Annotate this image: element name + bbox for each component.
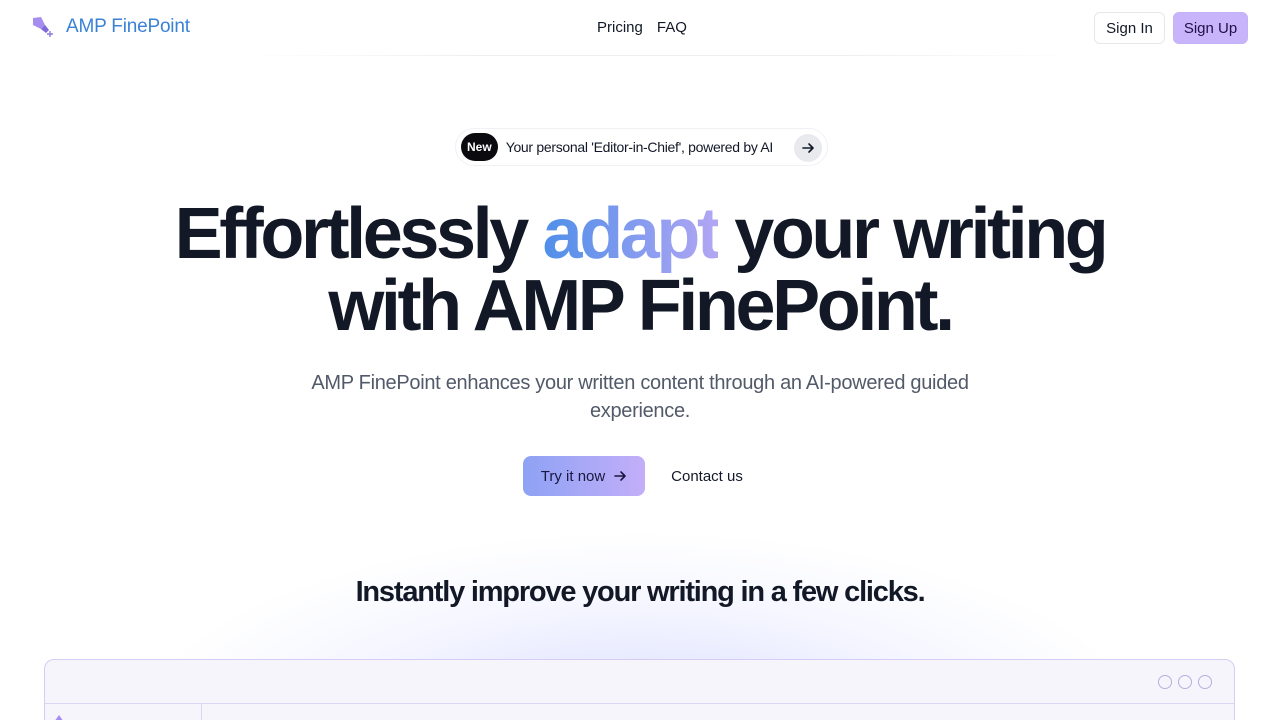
new-badge: New <box>461 133 498 161</box>
brand-name: AMP FinePoint <box>66 16 190 37</box>
try-it-now-label: Try it now <box>540 467 606 485</box>
nav-faq[interactable]: FAQ <box>657 19 687 36</box>
announcement-text: Your personal 'Editor-in-Chief', powered… <box>505 139 774 155</box>
hero-title-part1: Effortlessly <box>174 194 530 274</box>
site-header: AMP FinePoint Pricing FAQ Sign In Sign U… <box>0 0 1280 56</box>
app-preview-window <box>44 659 1235 720</box>
window-dot-icon <box>1178 675 1192 689</box>
announcement-pill[interactable]: New Your personal 'Editor-in-Chief', pow… <box>455 128 828 166</box>
brand-logo[interactable]: AMP FinePoint <box>30 14 190 40</box>
hero-subtitle: AMP FinePoint enhances your written cont… <box>311 372 969 422</box>
sign-up-button[interactable]: Sign Up <box>1173 12 1248 44</box>
header-divider <box>240 55 1080 56</box>
pen-nib-icon <box>55 715 63 720</box>
preview-titlebar <box>45 660 1234 704</box>
window-controls <box>1158 675 1212 689</box>
preview-sidebar-divider <box>201 704 202 720</box>
hero-title-part2: your writing <box>734 194 1109 274</box>
sign-in-button[interactable]: Sign In <box>1094 12 1165 44</box>
pen-nib-icon <box>33 17 53 37</box>
hero-title: Effortlessly adapt your writing with AMP… <box>0 198 1280 342</box>
arrow-right-icon <box>614 471 627 481</box>
hero-title-line2: with AMP FinePoint. <box>328 266 955 346</box>
window-dot-icon <box>1158 675 1172 689</box>
section-title: Instantly improve your writing in a few … <box>355 576 926 608</box>
try-it-now-button[interactable]: Try it now <box>523 456 645 496</box>
contact-us-button[interactable]: Contact us <box>661 456 753 496</box>
main-nav: Pricing FAQ <box>597 19 687 36</box>
window-dot-icon <box>1198 675 1212 689</box>
arrow-right-icon[interactable] <box>794 134 822 162</box>
hero-title-accent: adapt <box>542 194 721 274</box>
nav-pricing[interactable]: Pricing <box>597 19 643 36</box>
